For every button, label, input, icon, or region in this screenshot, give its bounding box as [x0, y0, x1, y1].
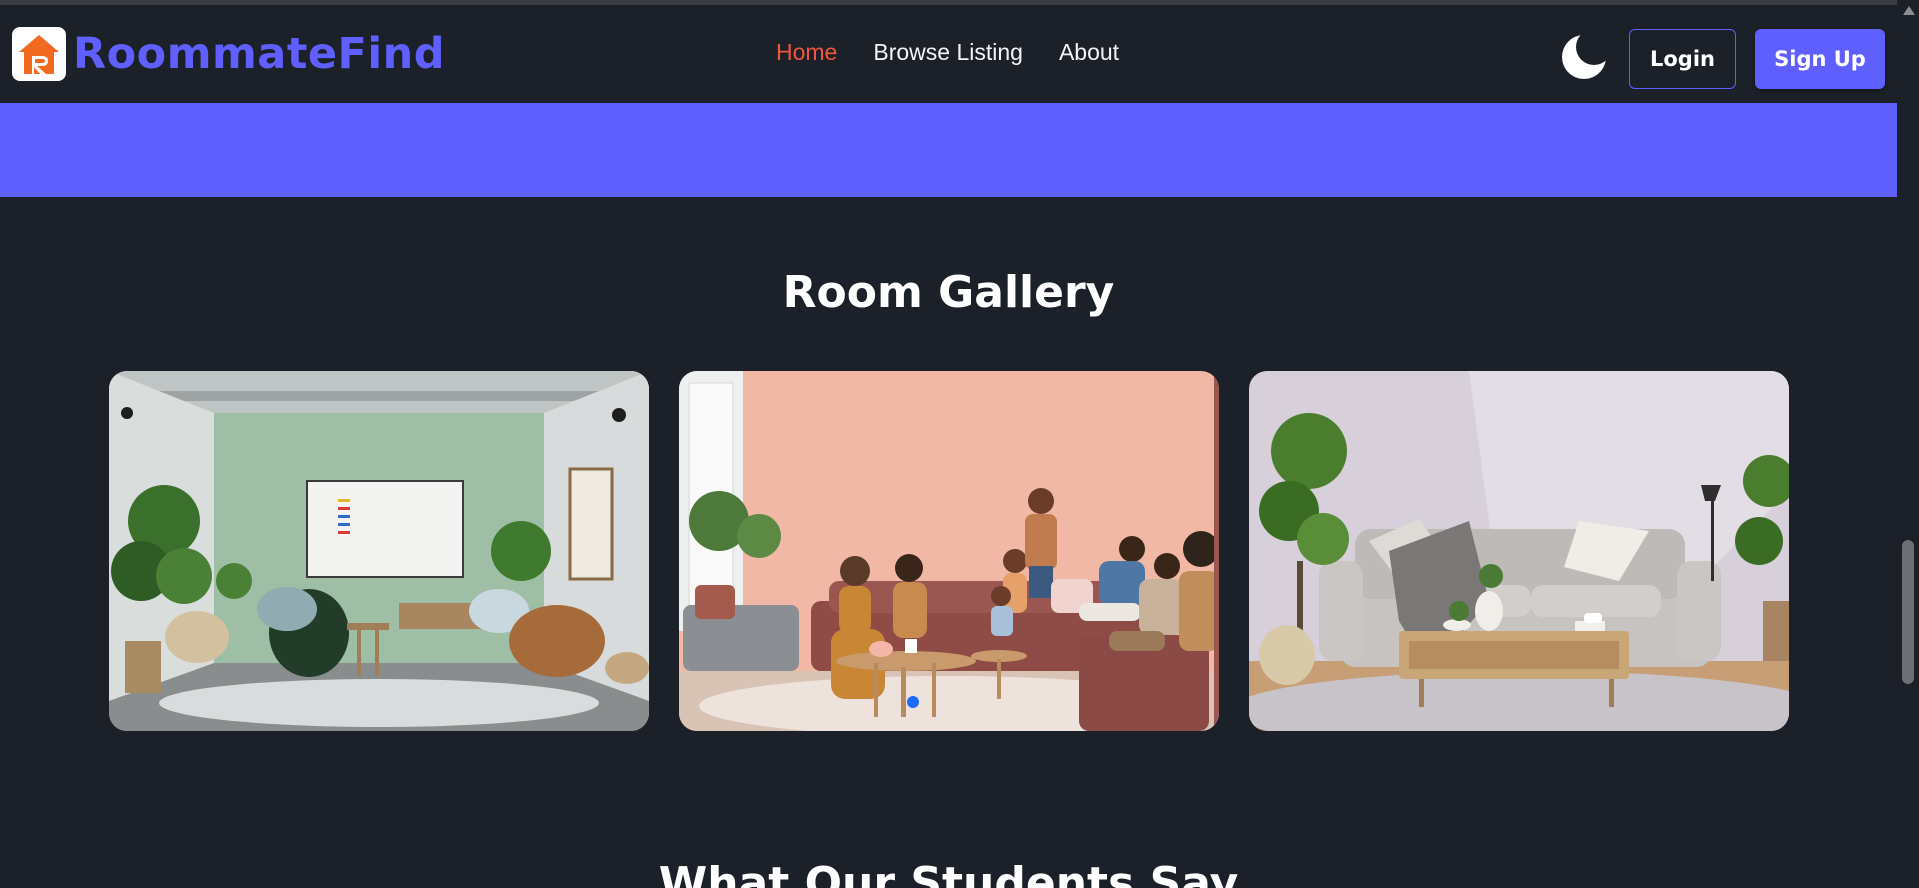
gallery-image-1[interactable] [109, 371, 649, 731]
gallery-image-2[interactable] [679, 371, 1219, 731]
main-nav: Home Browse Listing About [776, 39, 1119, 66]
signup-button[interactable]: Sign Up [1755, 29, 1885, 89]
hero-band [0, 103, 1897, 197]
moon-icon[interactable] [1560, 33, 1608, 81]
testimonials-title: What Our Students Say [658, 858, 1239, 888]
login-button[interactable]: Login [1629, 29, 1736, 89]
nav-about[interactable]: About [1059, 39, 1119, 66]
room-gallery [109, 371, 1789, 731]
page: RoommateFind Home Browse Listing About L… [0, 0, 1919, 888]
scrollbar-track[interactable] [1897, 0, 1919, 888]
brand-name: RoommateFind [73, 29, 446, 79]
brand-logo[interactable]: RoommateFind [12, 27, 445, 81]
carousel-dot[interactable] [907, 696, 919, 708]
house-r-icon [12, 27, 66, 81]
nav-browse-listing[interactable]: Browse Listing [873, 39, 1023, 66]
gallery-image-3[interactable] [1249, 371, 1789, 731]
scroll-up-arrow-icon[interactable] [1903, 6, 1915, 15]
scrollbar-thumb[interactable] [1902, 540, 1914, 684]
gallery-title: Room Gallery [782, 267, 1115, 318]
nav-home[interactable]: Home [776, 39, 837, 66]
navbar: RoommateFind Home Browse Listing About L… [0, 5, 1897, 103]
